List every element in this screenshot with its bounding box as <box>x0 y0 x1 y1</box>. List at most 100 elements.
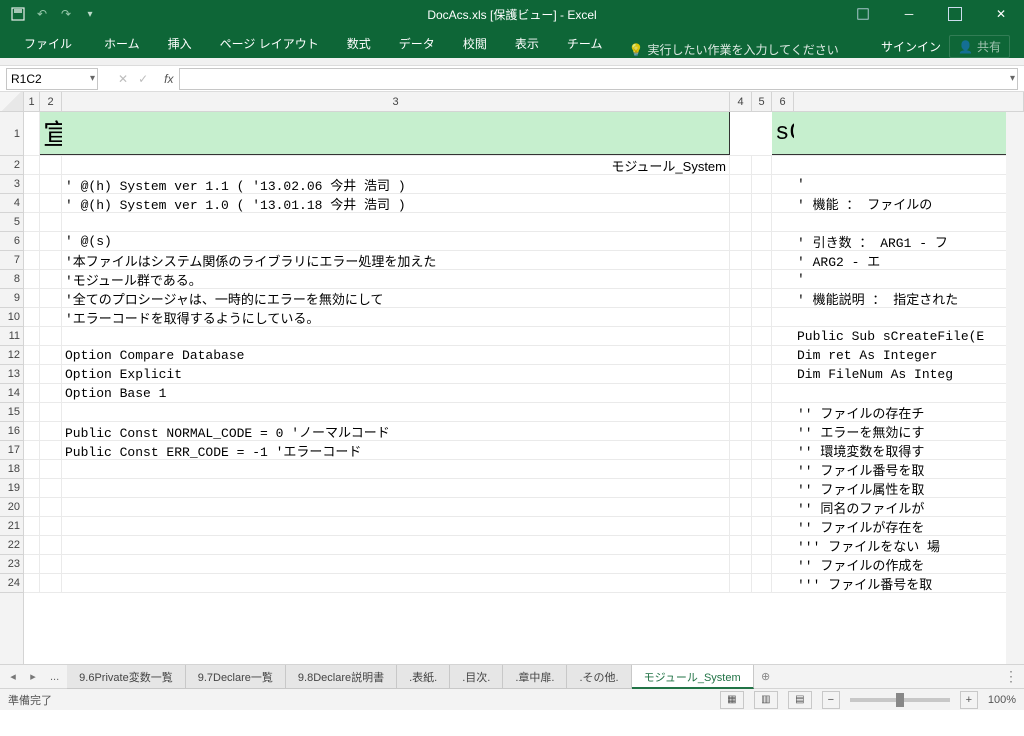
row-header[interactable]: 11 <box>0 327 23 346</box>
row-header[interactable]: 19 <box>0 479 23 498</box>
cell[interactable] <box>730 555 752 573</box>
cell[interactable] <box>40 232 62 250</box>
cell[interactable] <box>24 536 40 554</box>
row-header[interactable]: 12 <box>0 346 23 365</box>
column-header[interactable]: 3 <box>62 92 730 111</box>
cell[interactable]: Option Compare Database <box>62 346 730 364</box>
cell[interactable]: '' 環境変数を取得す <box>794 441 1024 459</box>
cell[interactable]: ' ARG2 - エ <box>794 251 1024 269</box>
cell[interactable] <box>40 213 62 231</box>
cell[interactable] <box>62 536 730 554</box>
cell[interactable] <box>772 536 794 554</box>
cell[interactable] <box>794 112 1024 155</box>
row-header[interactable]: 9 <box>0 289 23 308</box>
cell[interactable]: ' 機能 ： ファイルの <box>794 194 1024 212</box>
tab-home[interactable]: ホーム <box>90 29 154 58</box>
cell[interactable] <box>772 308 794 326</box>
cell[interactable] <box>40 251 62 269</box>
column-header[interactable]: 6 <box>772 92 794 111</box>
cell[interactable] <box>24 346 40 364</box>
row-header[interactable]: 4 <box>0 194 23 213</box>
cell[interactable] <box>752 422 772 440</box>
cell[interactable] <box>40 422 62 440</box>
cell[interactable] <box>752 251 772 269</box>
cell[interactable] <box>772 384 794 402</box>
cell[interactable] <box>62 574 730 592</box>
cell[interactable] <box>730 403 752 421</box>
cell[interactable] <box>40 536 62 554</box>
cell[interactable] <box>730 270 752 288</box>
cell[interactable] <box>24 270 40 288</box>
row-header[interactable]: 2 <box>0 156 23 175</box>
cell[interactable] <box>730 346 752 364</box>
zoom-out-button[interactable]: − <box>822 691 840 709</box>
cell[interactable]: ' @(h) System ver 1.1 ( '13.02.06 今井 浩司 … <box>62 175 730 193</box>
cell[interactable] <box>730 574 752 592</box>
cell[interactable] <box>752 365 772 383</box>
cell[interactable] <box>24 365 40 383</box>
cell[interactable]: モジュール_System <box>62 156 730 174</box>
row-header[interactable]: 6 <box>0 232 23 251</box>
cell[interactable]: sCreateFile <box>772 112 794 155</box>
row-header[interactable]: 3 <box>0 175 23 194</box>
cell[interactable] <box>730 517 752 535</box>
cell[interactable] <box>772 270 794 288</box>
cell[interactable] <box>772 346 794 364</box>
cell[interactable]: ' <box>794 270 1024 288</box>
close-button[interactable]: ✕ <box>978 0 1024 28</box>
cell[interactable] <box>772 441 794 459</box>
cell[interactable] <box>40 175 62 193</box>
column-header[interactable] <box>794 92 1024 111</box>
cell[interactable] <box>62 112 730 155</box>
cell[interactable] <box>24 517 40 535</box>
select-all-corner[interactable] <box>0 92 24 112</box>
row-header[interactable]: 15 <box>0 403 23 422</box>
view-normal-button[interactable]: ▦ <box>720 691 744 709</box>
cell[interactable] <box>24 308 40 326</box>
cell[interactable] <box>62 498 730 516</box>
sheet-tab[interactable]: 9.6Private変数一覧 <box>67 665 186 689</box>
cell[interactable] <box>24 175 40 193</box>
cell[interactable] <box>730 479 752 497</box>
cell[interactable] <box>40 346 62 364</box>
zoom-level[interactable]: 100% <box>988 694 1016 706</box>
row-header[interactable]: 16 <box>0 422 23 441</box>
row-header[interactable]: 24 <box>0 574 23 593</box>
cell[interactable] <box>772 479 794 497</box>
sheet-tab[interactable]: 9.7Declare一覧 <box>186 665 286 689</box>
sheet-tab[interactable]: モジュール_System <box>632 665 754 689</box>
cell[interactable] <box>40 574 62 592</box>
tab-file[interactable]: ファイル <box>6 29 90 58</box>
tab-formulas[interactable]: 数式 <box>333 29 385 58</box>
cell[interactable] <box>24 422 40 440</box>
qat-dropdown-icon[interactable]: ▾ <box>82 6 98 22</box>
cell[interactable]: ' 機能説明 ： 指定された <box>794 289 1024 307</box>
cell[interactable] <box>730 194 752 212</box>
row-header[interactable]: 13 <box>0 365 23 384</box>
row-header[interactable]: 17 <box>0 441 23 460</box>
cell[interactable] <box>772 517 794 535</box>
cell[interactable] <box>772 555 794 573</box>
zoom-slider[interactable] <box>850 698 950 702</box>
cell[interactable]: '' ファイル番号を取 <box>794 460 1024 478</box>
row-header[interactable]: 10 <box>0 308 23 327</box>
cell[interactable] <box>794 213 1024 231</box>
cell[interactable] <box>752 327 772 345</box>
cell[interactable] <box>62 479 730 497</box>
cell[interactable] <box>752 517 772 535</box>
cell[interactable] <box>730 156 752 174</box>
cell[interactable] <box>730 175 752 193</box>
cell[interactable] <box>730 384 752 402</box>
row-header[interactable]: 5 <box>0 213 23 232</box>
cell[interactable] <box>772 422 794 440</box>
row-header[interactable]: 21 <box>0 517 23 536</box>
cell[interactable] <box>730 308 752 326</box>
cell[interactable]: ' 引き数 ： ARG1 - フ <box>794 232 1024 250</box>
vertical-scrollbar[interactable] <box>1006 112 1024 664</box>
cell[interactable] <box>40 498 62 516</box>
cell[interactable]: '' ファイル属性を取 <box>794 479 1024 497</box>
cell[interactable]: Public Const NORMAL_CODE = 0 'ノーマルコード <box>62 422 730 440</box>
cell[interactable] <box>730 441 752 459</box>
cell[interactable] <box>752 156 772 174</box>
cell[interactable] <box>730 365 752 383</box>
